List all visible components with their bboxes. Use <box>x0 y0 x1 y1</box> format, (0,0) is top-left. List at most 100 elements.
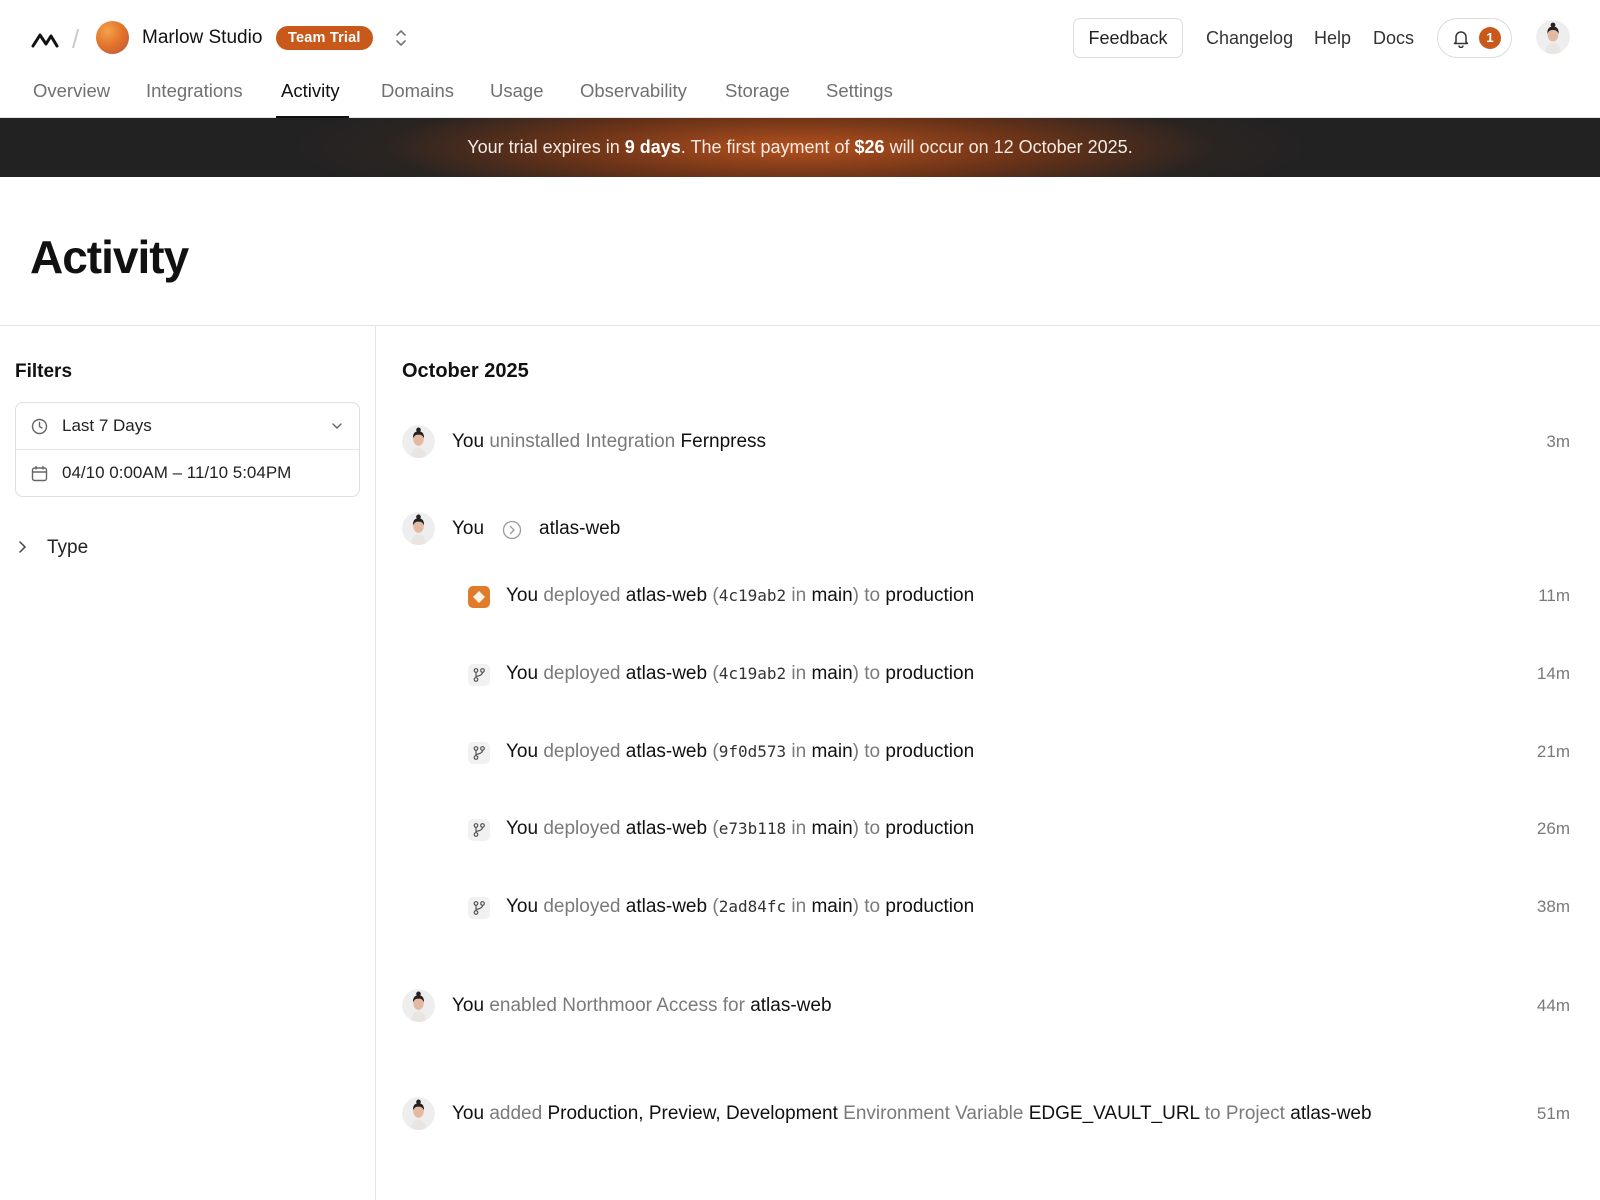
group-project[interactable]: atlas-web <box>539 518 620 540</box>
custom-date-value: 04/10 0:00AM – 11/10 5:04PM <box>62 463 292 482</box>
notification-count-badge: 1 <box>1479 27 1501 49</box>
custom-date-input[interactable]: 04/10 0:00AM – 11/10 5:04PM <box>16 450 359 497</box>
tab-overview[interactable]: Overview <box>33 80 110 102</box>
in-text: in <box>786 741 812 762</box>
actor-name: You <box>452 1103 485 1124</box>
tab-observability[interactable]: Observability <box>580 80 687 102</box>
git-branch-icon <box>468 742 490 764</box>
branch-name[interactable]: main <box>811 741 852 762</box>
env-var-label: Environment Variable <box>837 1103 1029 1124</box>
project-name[interactable]: atlas-web <box>626 741 707 762</box>
deploy-text: You deployed atlas-web (4c19ab2 in main)… <box>506 585 974 607</box>
team-avatar[interactable] <box>96 21 129 54</box>
project-name[interactable]: atlas-web <box>626 585 707 606</box>
deploy-verb: deployed <box>538 585 626 606</box>
branch-name[interactable]: main <box>811 818 852 839</box>
branch-name[interactable]: main <box>811 896 852 917</box>
commit-hash[interactable]: 9f0d573 <box>719 742 786 761</box>
project-name[interactable]: atlas-web <box>1290 1103 1371 1124</box>
paren-open: ( <box>707 896 719 917</box>
commit-hash[interactable]: 4c19ab2 <box>719 664 786 683</box>
project-name[interactable]: atlas-web <box>626 896 707 917</box>
activity-group-header[interactable]: You atlas-web <box>402 511 1570 547</box>
tab-storage[interactable]: Storage <box>725 80 790 102</box>
deploy-row: You deployed atlas-web (9f0d573 in main)… <box>468 738 1570 768</box>
relative-time: 44m <box>1536 996 1570 1015</box>
banner-text-middle: . The first payment of <box>680 137 855 157</box>
tab-domains[interactable]: Domains <box>381 80 454 102</box>
breadcrumb-separator: / <box>72 24 80 54</box>
environment-name: production <box>885 818 975 839</box>
deploy-row: You deployed atlas-web (e73b118 in main)… <box>468 815 1570 845</box>
env-var-name[interactable]: EDGE_VAULT_URL <box>1029 1103 1200 1124</box>
branch-name[interactable]: main <box>811 585 852 606</box>
activity-text: You uninstalled Integration Fernpress <box>452 431 766 453</box>
deploy-verb: deployed <box>538 741 626 762</box>
bell-icon <box>1453 31 1469 48</box>
git-branch-icon <box>468 819 490 841</box>
top-header: / Marlow Studio Team Trial Feedback Chan… <box>0 0 1600 76</box>
to-project-text: to Project <box>1199 1103 1291 1124</box>
git-branch-icon <box>468 897 490 919</box>
project-name[interactable]: atlas-web <box>750 995 831 1016</box>
relative-time: 26m <box>1536 819 1570 838</box>
commit-hash[interactable]: 2ad84fc <box>719 897 786 916</box>
relative-time: 21m <box>1536 742 1570 761</box>
type-filter-toggle[interactable]: Type <box>15 533 360 563</box>
help-link[interactable]: Help <box>1314 28 1351 49</box>
banner-days: 9 days <box>624 137 681 157</box>
docs-link[interactable]: Docs <box>1373 28 1414 49</box>
tab-integrations[interactable]: Integrations <box>146 80 243 102</box>
project-name[interactable]: atlas-web <box>626 663 707 684</box>
integration-name[interactable]: Fernpress <box>681 431 767 452</box>
in-text: in <box>786 896 812 917</box>
actor-name: You <box>452 995 485 1016</box>
tab-activity[interactable]: Activity <box>281 80 340 102</box>
user-avatar <box>402 512 435 545</box>
feedback-button[interactable]: Feedback <box>1073 18 1183 58</box>
actor-name: You <box>506 585 539 606</box>
tab-settings[interactable]: Settings <box>826 80 893 102</box>
to-text: ) to <box>852 896 886 917</box>
environment-name: production <box>885 896 975 917</box>
clock-icon <box>31 418 48 435</box>
commit-hash[interactable]: 4c19ab2 <box>719 586 786 605</box>
changelog-link[interactable]: Changelog <box>1206 28 1293 49</box>
project-name[interactable]: atlas-web <box>626 818 707 839</box>
commit-hash[interactable]: e73b118 <box>719 819 786 838</box>
in-text: in <box>786 818 812 839</box>
environments-list: Production, Preview, Development <box>547 1103 838 1124</box>
environment-name: production <box>885 741 975 762</box>
actor-name: You <box>506 663 539 684</box>
banner-text-suffix: will occur on 12 October 2025. <box>884 137 1133 157</box>
deploy-text: You deployed atlas-web (2ad84fc in main)… <box>506 896 974 918</box>
brand-logo-icon[interactable] <box>31 28 59 50</box>
team-name[interactable]: Marlow Studio <box>142 27 262 49</box>
action-text: uninstalled Integration <box>484 431 681 452</box>
deploy-verb: deployed <box>538 896 626 917</box>
deploy-text: You deployed atlas-web (9f0d573 in main)… <box>506 741 974 763</box>
trial-banner: Your trial expires in 9 days. The first … <box>0 118 1600 177</box>
tab-usage[interactable]: Usage <box>490 80 543 102</box>
activity-text: You added Production, Preview, Developme… <box>452 1103 1372 1125</box>
actor-name: You <box>506 896 539 917</box>
filters-heading: Filters <box>15 361 73 382</box>
relative-time: 3m <box>1546 432 1570 451</box>
month-heading: October 2025 <box>402 360 529 382</box>
notifications-button[interactable]: 1 <box>1437 18 1512 58</box>
activity-text: You enabled Northmoor Access for atlas-w… <box>452 995 832 1017</box>
team-switcher-icon[interactable] <box>393 29 409 47</box>
main-tabs: Overview Integrations Activity Domains U… <box>0 76 1600 118</box>
paren-open: ( <box>707 585 719 606</box>
page-title: Activity <box>30 231 189 283</box>
date-range-select[interactable]: Last 7 Days <box>16 403 359 450</box>
deploy-row: You deployed atlas-web (2ad84fc in main)… <box>468 893 1570 923</box>
deploy-row: You deployed atlas-web (4c19ab2 in main)… <box>468 660 1570 690</box>
chevron-right-icon <box>19 541 27 553</box>
relative-time: 14m <box>1536 664 1570 683</box>
branch-name[interactable]: main <box>811 663 852 684</box>
user-avatar <box>402 425 435 458</box>
user-avatar[interactable] <box>1536 20 1570 54</box>
in-text: in <box>786 663 812 684</box>
deploy-verb: deployed <box>538 818 626 839</box>
